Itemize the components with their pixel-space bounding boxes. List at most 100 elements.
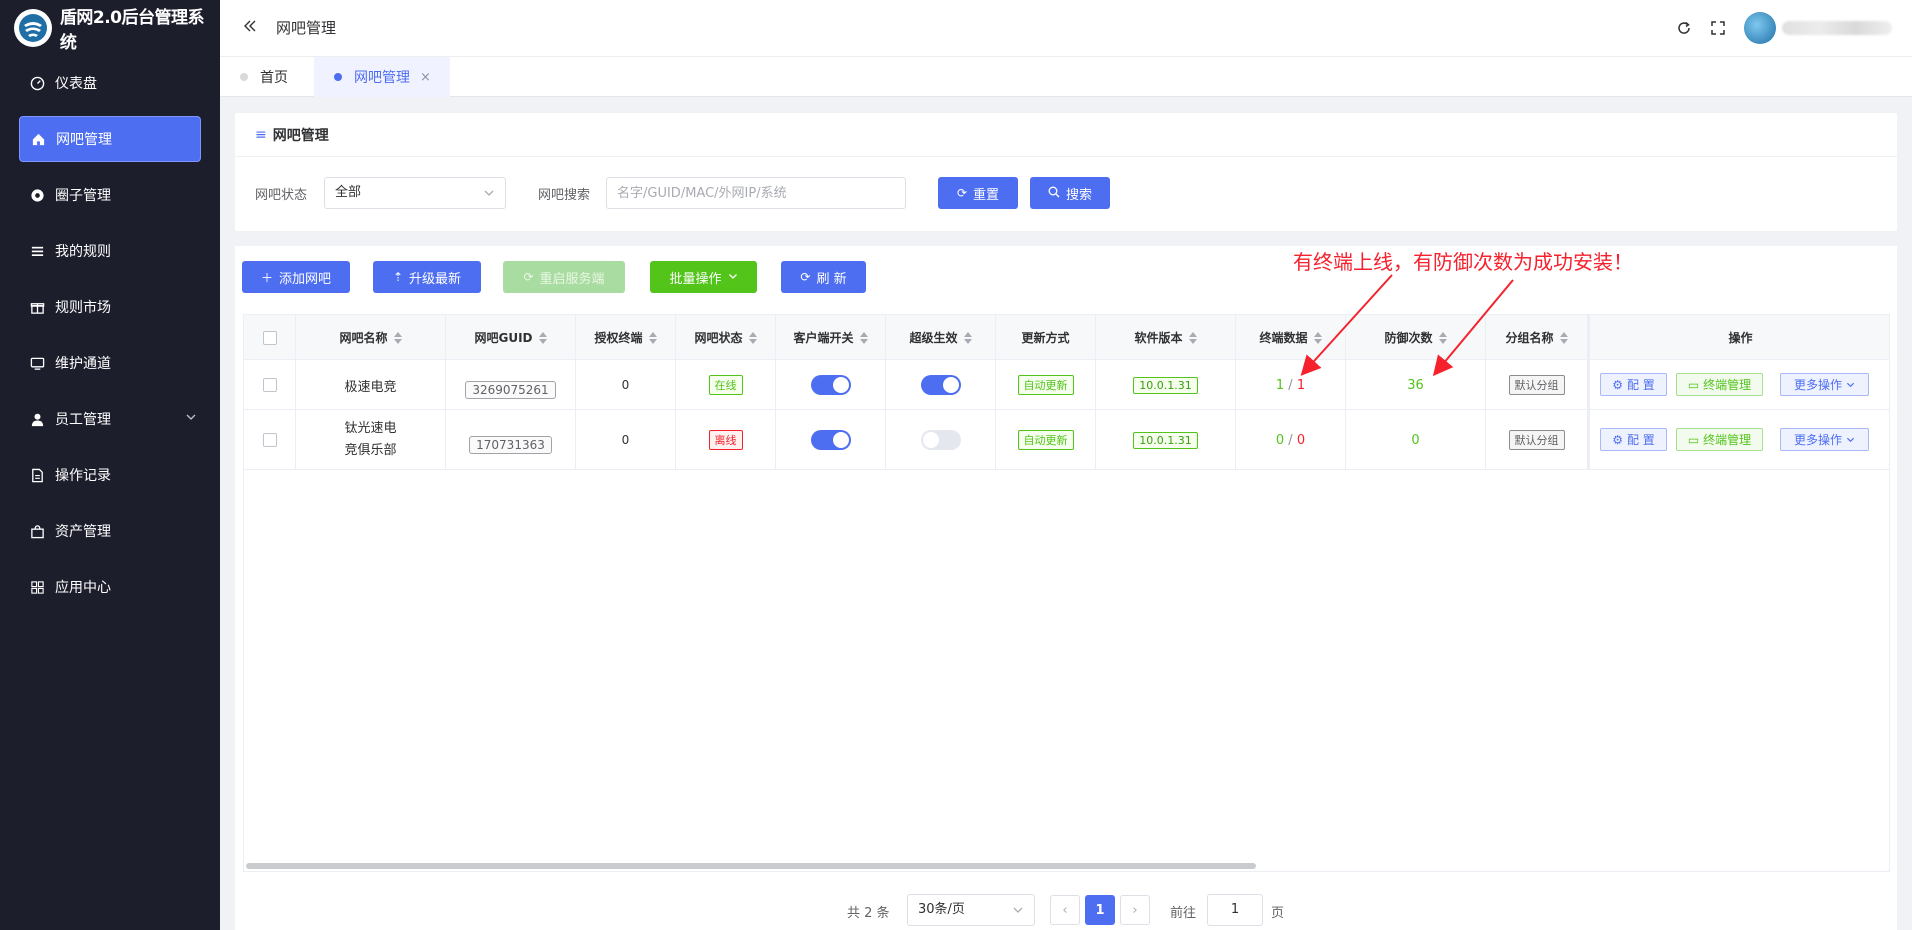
super-toggle[interactable] — [920, 375, 961, 395]
config-label: 配 置 — [1626, 433, 1655, 447]
chevron-left-icon: ‹ — [1062, 902, 1068, 918]
tabs-bar: 首页 网吧管理 × — [220, 57, 1912, 97]
sidebar-item-maintenance[interactable]: 维护通道 — [19, 340, 201, 386]
col-label: 网吧状态 — [694, 331, 743, 345]
col-defense[interactable]: 防御次数 — [1346, 315, 1486, 360]
col-client-switch[interactable]: 客户端开关 — [776, 315, 886, 360]
sort-icon[interactable] — [648, 331, 657, 344]
guid-cell: 3269075261 — [446, 360, 576, 410]
col-super[interactable]: 超级生效 — [886, 315, 996, 360]
search-input[interactable] — [606, 177, 906, 209]
sort-icon[interactable] — [1188, 331, 1197, 344]
horizontal-scrollbar[interactable] — [246, 863, 1256, 869]
more-actions-button[interactable]: 更多操作 — [1780, 428, 1869, 451]
col-label: 操作 — [1728, 331, 1753, 345]
add-netbar-label: 添加网吧 — [279, 271, 332, 287]
monitor-icon: ▭ — [1687, 377, 1700, 392]
prev-page-button[interactable]: ‹ — [1050, 895, 1080, 925]
status-filter-select[interactable]: 全部 — [324, 177, 506, 209]
search-button[interactable]: 搜索 — [1030, 177, 1110, 209]
sidebar-item-label: 网吧管理 — [56, 132, 112, 148]
sort-icon[interactable] — [963, 331, 972, 344]
col-group[interactable]: 分组名称 — [1486, 315, 1588, 360]
sidebar-item-apps[interactable]: 应用中心 — [19, 564, 201, 610]
goto-page-input[interactable]: 1 — [1207, 894, 1263, 926]
panel-title-text: 网吧管理 — [272, 127, 329, 144]
row-select-cell — [244, 410, 296, 470]
version-badge: 10.0.1.31 — [1133, 431, 1198, 449]
tab-dot-icon — [240, 73, 248, 81]
guid-cell: 170731363 — [446, 410, 576, 470]
terminal-manage-button[interactable]: ▭ 终端管理 — [1676, 428, 1763, 451]
sidebar-item-dashboard[interactable]: 仪表盘 — [19, 60, 201, 106]
col-label: 客户端开关 — [793, 331, 854, 345]
fullscreen-icon[interactable] — [1710, 20, 1726, 36]
col-status[interactable]: 网吧状态 — [676, 315, 776, 360]
actions-cell: ⚙ 配 置 ▭ 终端管理 更多操作 — [1588, 360, 1889, 410]
username-redacted[interactable] — [1782, 21, 1892, 35]
sidebar-item-logs[interactable]: 操作记录 — [19, 452, 201, 498]
sidebar-item-my-rules[interactable]: 我的规则 — [19, 228, 201, 274]
col-licensed[interactable]: 授权终端 — [576, 315, 676, 360]
group-cell: 默认分组 — [1486, 360, 1588, 410]
col-name[interactable]: 网吧名称 — [296, 315, 446, 360]
terminal-data-cell: 0 / 0 — [1236, 410, 1346, 470]
more-actions-button[interactable]: 更多操作 — [1780, 373, 1869, 396]
close-icon[interactable]: × — [420, 70, 431, 85]
config-button[interactable]: ⚙ 配 置 — [1600, 428, 1667, 451]
client-toggle[interactable] — [810, 375, 851, 395]
sort-icon[interactable] — [393, 331, 402, 344]
select-all-checkbox[interactable] — [262, 330, 277, 345]
reset-button[interactable]: ⟳ 重置 — [938, 177, 1018, 209]
collapse-sidebar-icon[interactable] — [242, 18, 258, 38]
sidebar-item-assets[interactable]: 资产管理 — [19, 508, 201, 554]
col-terminal-data[interactable]: 终端数据 — [1236, 315, 1346, 360]
document-icon — [29, 467, 45, 483]
page-number-button[interactable]: 1 — [1085, 895, 1115, 925]
sort-icon[interactable] — [1313, 331, 1322, 344]
batch-operation-button[interactable]: 批量操作 — [650, 261, 757, 293]
terminal-manage-button[interactable]: ▭ 终端管理 — [1676, 373, 1763, 396]
refresh-icon[interactable] — [1676, 20, 1692, 36]
col-update-mode: 更新方式 — [996, 315, 1096, 360]
sort-icon[interactable] — [538, 331, 547, 344]
status-filter-value: 全部 — [335, 185, 362, 200]
sort-icon[interactable] — [859, 331, 868, 344]
sidebar-item-rule-market[interactable]: 规则市场 — [19, 284, 201, 330]
config-button[interactable]: ⚙ 配 置 — [1600, 373, 1667, 396]
gift-icon — [29, 299, 45, 315]
col-guid[interactable]: 网吧GUID — [446, 315, 576, 360]
client-toggle[interactable] — [810, 430, 851, 450]
avatar[interactable] — [1744, 12, 1776, 44]
next-page-button[interactable]: › — [1120, 895, 1150, 925]
restart-server-button[interactable]: ⟳ 重启服务端 — [503, 261, 625, 293]
sort-icon[interactable] — [1438, 331, 1447, 344]
sort-icon[interactable] — [1559, 331, 1568, 344]
monitor-icon: ▭ — [1687, 432, 1700, 447]
refresh-button[interactable]: ⟳ 刷 新 — [781, 261, 866, 293]
col-label: 更新方式 — [1021, 331, 1070, 345]
super-toggle[interactable] — [920, 430, 961, 450]
tab-home[interactable]: 首页 — [240, 57, 288, 97]
row-checkbox[interactable] — [262, 433, 277, 447]
sidebar-item-netbar[interactable]: 网吧管理 — [19, 116, 201, 162]
sidebar-item-circles[interactable]: 圈子管理 — [19, 172, 201, 218]
super-switch-cell — [886, 360, 996, 410]
terminal-total: 1 — [1296, 377, 1306, 393]
tab-netbar-management[interactable]: 网吧管理 × — [314, 57, 450, 97]
col-version[interactable]: 软件版本 — [1096, 315, 1236, 360]
sort-icon[interactable] — [748, 331, 757, 344]
sidebar-item-staff[interactable]: 员工管理 — [19, 396, 201, 442]
restart-label: 重启服务端 — [539, 271, 605, 287]
upgrade-button[interactable]: ⇡ 升级最新 — [373, 261, 481, 293]
add-netbar-button[interactable]: ＋ 添加网吧 — [242, 261, 350, 293]
terminal-separator: / — [1284, 377, 1297, 393]
col-label: 终端数据 — [1259, 331, 1308, 345]
group-badge: 默认分组 — [1508, 375, 1565, 395]
row-checkbox[interactable] — [262, 378, 277, 392]
app-logo — [14, 9, 52, 47]
page-size-select[interactable]: 30条/页 — [907, 894, 1035, 926]
reset-button-label: 重置 — [973, 187, 1000, 203]
col-label: 软件版本 — [1134, 331, 1183, 345]
refresh-icon: ⟳ — [523, 270, 534, 284]
